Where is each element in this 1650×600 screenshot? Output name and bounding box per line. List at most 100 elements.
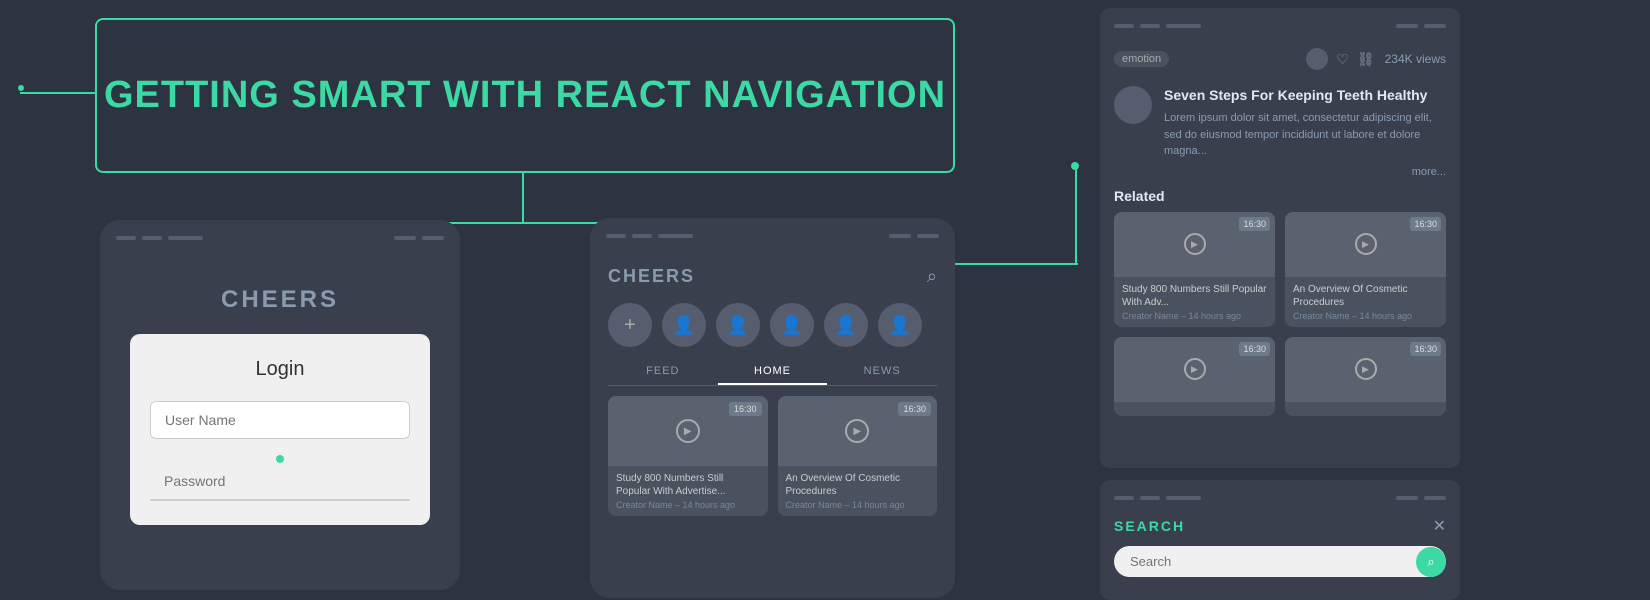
rp-article-header: Seven Steps For Keeping Teeth Healthy Lo… — [1100, 78, 1460, 172]
views-count: 234K views — [1385, 52, 1446, 66]
dot-indicator — [150, 455, 410, 463]
phone-center-dots — [606, 234, 693, 238]
spicon1 — [1396, 496, 1418, 500]
related2-play[interactable]: ▶ — [1355, 233, 1377, 255]
card2-info: An Overview Of Cosmetic Procedures Creat… — [778, 466, 938, 516]
rpdot3 — [1166, 24, 1201, 28]
connector-line-left — [20, 92, 95, 94]
related3-play[interactable]: ▶ — [1184, 358, 1206, 380]
cdot3 — [658, 234, 693, 238]
phone-center-topbar — [590, 218, 955, 254]
article-desc: Lorem ipsum dolor sit amet, consectetur … — [1164, 110, 1446, 160]
avatar-icon-1: 👤 — [673, 315, 695, 336]
rp-dots — [1114, 24, 1201, 28]
phone-card-1: 16:30 ▶ Study 800 Numbers Still Popular … — [608, 396, 768, 516]
card1-play-button[interactable]: ▶ — [676, 419, 700, 443]
stories-row: + 👤 👤 👤 👤 👤 — [590, 295, 955, 359]
related4-duration: 16:30 — [1410, 342, 1441, 356]
phone-left-dots — [116, 236, 203, 240]
search-close-button[interactable]: ✕ — [1433, 516, 1446, 536]
heart-icon[interactable]: ♡ — [1336, 51, 1349, 68]
phone-center: CHEERS ⌕ + 👤 👤 👤 👤 👤 FEED HOME NEWS 16:3… — [590, 218, 955, 598]
emotion-tag[interactable]: emotion — [1114, 51, 1169, 67]
story-add-button[interactable]: + — [608, 303, 652, 347]
related-label: Related — [1100, 178, 1460, 212]
password-input[interactable] — [150, 463, 410, 501]
related-grid: 16:30 ▶ Study 800 Numbers Still Popular … — [1100, 212, 1460, 426]
center-search-icon[interactable]: ⌕ — [927, 266, 937, 287]
related2-meta: Creator Name – 14 hours ago — [1293, 311, 1438, 321]
spdot3 — [1166, 496, 1201, 500]
story-avatar-3: 👤 — [770, 303, 814, 347]
card1-meta: Creator Name – 14 hours ago — [616, 500, 760, 510]
story-avatar-1: 👤 — [662, 303, 706, 347]
phone-center-icons — [889, 234, 939, 238]
search-panel: SEARCH ✕ ⌕ — [1100, 480, 1460, 600]
card1-title: Study 800 Numbers Still Popular With Adv… — [616, 472, 760, 498]
icon-bar1 — [394, 236, 416, 240]
right-panel-detail: emotion ♡ ⛓ 234K views Seven Steps For K… — [1100, 8, 1460, 468]
sp-dots — [1114, 496, 1201, 500]
cdot2 — [632, 234, 652, 238]
spicon2 — [1424, 496, 1446, 500]
story-avatar-5: 👤 — [878, 303, 922, 347]
card2-thumb: 16:30 ▶ — [778, 396, 938, 466]
connector-v-right2 — [1075, 165, 1077, 265]
search-submit-button[interactable]: ⌕ — [1416, 547, 1446, 577]
phone-card-2: 16:30 ▶ An Overview Of Cosmetic Procedur… — [778, 396, 938, 516]
related3-thumb: 16:30 ▶ — [1114, 337, 1275, 402]
cicon2 — [917, 234, 939, 238]
related2-title: An Overview Of Cosmetic Procedures — [1293, 283, 1438, 309]
dot3 — [168, 236, 203, 240]
card2-meta: Creator Name – 14 hours ago — [786, 500, 930, 510]
related1-meta: Creator Name – 14 hours ago — [1122, 311, 1267, 321]
related1-play[interactable]: ▶ — [1184, 233, 1206, 255]
card2-play-button[interactable]: ▶ — [845, 419, 869, 443]
spdot1 — [1114, 496, 1134, 500]
more-link[interactable]: more... — [1100, 166, 1460, 178]
tab-news[interactable]: NEWS — [827, 359, 937, 385]
search-input[interactable] — [1114, 546, 1446, 577]
avatar-small — [1306, 48, 1328, 70]
icon-bar2 — [422, 236, 444, 240]
avatar-icon-2: 👤 — [727, 315, 749, 336]
search-label: SEARCH — [1114, 518, 1185, 534]
tab-home[interactable]: HOME — [718, 359, 828, 385]
rp-icons — [1396, 24, 1446, 28]
left-app-name: CHEERS — [100, 286, 460, 314]
related4-info — [1285, 402, 1446, 416]
related3-info — [1114, 402, 1275, 416]
card1-info: Study 800 Numbers Still Popular With Adv… — [608, 466, 768, 516]
connector-dot-right2 — [1071, 162, 1079, 170]
related1-thumb: 16:30 ▶ — [1114, 212, 1275, 277]
center-app-name: CHEERS — [608, 266, 695, 287]
article-text-block: Seven Steps For Keeping Teeth Healthy Lo… — [1164, 86, 1446, 160]
article-title: Seven Steps For Keeping Teeth Healthy — [1164, 86, 1446, 104]
related4-play[interactable]: ▶ — [1355, 358, 1377, 380]
story-avatar-2: 👤 — [716, 303, 760, 347]
rpicon2 — [1424, 24, 1446, 28]
card1-thumb: 16:30 ▶ — [608, 396, 768, 466]
username-input[interactable] — [150, 401, 410, 439]
phone-left-topbar — [100, 220, 460, 256]
story-avatar-4: 👤 — [824, 303, 868, 347]
login-box: Login — [130, 334, 430, 525]
login-title: Login — [150, 358, 410, 381]
card2-title: An Overview Of Cosmetic Procedures — [786, 472, 930, 498]
rp-action-icons: ♡ ⛓ — [1306, 48, 1374, 70]
related3-duration: 16:30 — [1239, 342, 1270, 356]
tab-feed[interactable]: FEED — [608, 359, 718, 385]
avatar-icon-4: 👤 — [835, 315, 857, 336]
phone-center-header: CHEERS ⌕ — [590, 254, 955, 295]
page-title: GETTING SMART WITH REACT NAVIGATION — [104, 74, 946, 117]
spdot2 — [1140, 496, 1160, 500]
related1-title: Study 800 Numbers Still Popular With Adv… — [1122, 283, 1267, 309]
phone-left: CHEERS Login — [100, 220, 460, 590]
link-icon[interactable]: ⛓ — [1357, 51, 1375, 68]
dot1 — [116, 236, 136, 240]
card2-duration: 16:30 — [898, 402, 931, 416]
connector-dot — [18, 85, 24, 91]
dot2 — [142, 236, 162, 240]
related2-thumb: 16:30 ▶ — [1285, 212, 1446, 277]
cdot1 — [606, 234, 626, 238]
